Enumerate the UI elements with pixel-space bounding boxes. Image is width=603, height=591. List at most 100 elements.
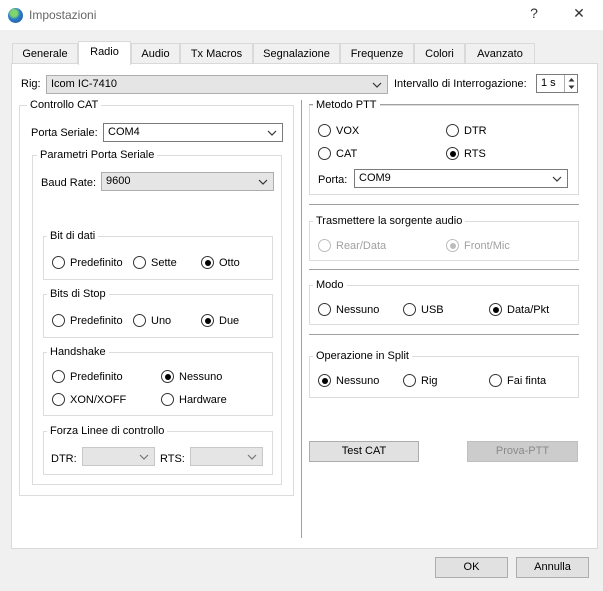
serial-params-title: Parametri Porta Seriale bbox=[37, 149, 158, 161]
chevron-down-icon bbox=[371, 79, 383, 91]
handshake-xonxoff-radio[interactable] bbox=[52, 393, 65, 406]
help-button[interactable]: ? bbox=[524, 5, 544, 21]
data-bits-seven-label: Sette bbox=[151, 257, 177, 269]
rig-select[interactable]: Icom IC-7410 bbox=[46, 75, 388, 94]
stop-bits-two-radio[interactable] bbox=[201, 314, 214, 327]
stop-bits-default-label: Predefinito bbox=[70, 315, 123, 327]
tab-tx-macros[interactable]: Tx Macros bbox=[180, 43, 253, 64]
baud-rate-select[interactable]: 9600 bbox=[101, 172, 274, 191]
rig-value: Icom IC-7410 bbox=[51, 78, 118, 90]
handshake-xonxoff-label: XON/XOFF bbox=[70, 394, 127, 406]
mode-none-radio[interactable] bbox=[318, 303, 331, 316]
spin-arrows-icon bbox=[568, 78, 575, 89]
dtr-select[interactable] bbox=[82, 447, 155, 466]
serial-port-label: Porta Seriale: bbox=[31, 127, 98, 139]
rig-label: Rig: bbox=[21, 78, 41, 90]
handshake-none-label: Nessuno bbox=[179, 371, 223, 383]
cat-control-title: Controllo CAT bbox=[27, 99, 102, 111]
stop-bits-two-label: Due bbox=[219, 315, 240, 327]
rts-select[interactable] bbox=[190, 447, 263, 466]
serial-port-value: COM4 bbox=[108, 126, 140, 138]
handshake-hardware-radio[interactable] bbox=[161, 393, 174, 406]
tab-audio[interactable]: Audio bbox=[131, 43, 180, 64]
rts-label: RTS: bbox=[160, 453, 185, 465]
tab-segnalazione[interactable]: Segnalazione bbox=[253, 43, 340, 64]
baud-rate-value: 9600 bbox=[106, 175, 131, 187]
tab-frequenze[interactable]: Frequenze bbox=[340, 43, 414, 64]
mode-usb-label: USB bbox=[421, 304, 444, 316]
polling-value: 1 s bbox=[541, 77, 556, 89]
ptt-port-select[interactable]: COM9 bbox=[354, 169, 568, 188]
data-bits-eight-radio[interactable] bbox=[201, 256, 214, 269]
chevron-down-icon bbox=[257, 176, 269, 188]
ptt-dtr-radio[interactable] bbox=[446, 124, 459, 137]
test-ptt-button[interactable]: Prova-PTT bbox=[467, 441, 578, 462]
ptt-port-value: COM9 bbox=[359, 172, 391, 184]
ptt-vox-label: VOX bbox=[336, 125, 360, 137]
data-bits-title: Bit di dati bbox=[47, 230, 99, 242]
handshake-default-radio[interactable] bbox=[52, 370, 65, 383]
ptt-rts-radio[interactable] bbox=[446, 147, 459, 160]
dtr-label: DTR: bbox=[51, 453, 77, 465]
split-fake-radio[interactable] bbox=[489, 374, 502, 387]
data-bits-eight-label: Otto bbox=[219, 257, 240, 269]
cancel-button[interactable]: Annulla bbox=[516, 557, 589, 578]
chevron-down-icon bbox=[266, 127, 278, 139]
ptt-method-title: Metodo PTT bbox=[313, 99, 380, 111]
split-rig-radio[interactable] bbox=[403, 374, 416, 387]
spin-buttons[interactable] bbox=[564, 75, 577, 92]
audio-front-radio[interactable] bbox=[446, 239, 459, 252]
tab-radio[interactable]: Radio bbox=[78, 41, 131, 65]
radio-settings-panel: Rig: Icom IC-7410 Intervallo di Interrog… bbox=[11, 63, 598, 549]
data-bits-default-radio[interactable] bbox=[52, 256, 65, 269]
handshake-default-label: Predefinito bbox=[70, 371, 123, 383]
ptt-vox-radio[interactable] bbox=[318, 124, 331, 137]
stop-bits-default-radio[interactable] bbox=[52, 314, 65, 327]
ptt-cat-label: CAT bbox=[336, 148, 358, 160]
mode-usb-radio[interactable] bbox=[403, 303, 416, 316]
polling-spinbox[interactable]: 1 s bbox=[536, 74, 578, 93]
split-none-label: Nessuno bbox=[336, 375, 380, 387]
ok-button[interactable]: OK bbox=[435, 557, 508, 578]
ptt-cat-radio[interactable] bbox=[318, 147, 331, 160]
audio-front-label: Front/Mic bbox=[464, 240, 510, 252]
data-bits-default-label: Predefinito bbox=[70, 257, 123, 269]
data-bits-seven-radio[interactable] bbox=[133, 256, 146, 269]
serial-port-select[interactable]: COM4 bbox=[103, 123, 283, 142]
split-rig-label: Rig bbox=[421, 375, 438, 387]
chevron-down-icon bbox=[551, 173, 563, 185]
split-none-radio[interactable] bbox=[318, 374, 331, 387]
handshake-title: Handshake bbox=[47, 346, 109, 358]
title-bar: Impostazioni ? ✕ bbox=[0, 0, 603, 31]
window-title: Impostazioni bbox=[29, 8, 97, 22]
audio-rear-label: Rear/Data bbox=[336, 240, 387, 252]
tab-avanzato[interactable]: Avanzato bbox=[465, 43, 535, 64]
chevron-down-icon bbox=[246, 451, 258, 463]
ptt-rts-label: RTS bbox=[464, 148, 486, 160]
ptt-dtr-label: DTR bbox=[464, 125, 487, 137]
baud-rate-label: Baud Rate: bbox=[41, 177, 97, 189]
test-cat-button[interactable]: Test CAT bbox=[309, 441, 419, 462]
mode-datapkt-radio[interactable] bbox=[489, 303, 502, 316]
stop-bits-one-radio[interactable] bbox=[133, 314, 146, 327]
mode-datapkt-label: Data/Pkt bbox=[507, 304, 550, 316]
audio-rear-radio[interactable] bbox=[318, 239, 331, 252]
column-separator bbox=[301, 100, 302, 538]
audio-separator bbox=[309, 204, 579, 205]
stop-bits-one-label: Uno bbox=[151, 315, 172, 327]
split-fake-label: Fai finta bbox=[507, 375, 547, 387]
handshake-group bbox=[43, 352, 273, 416]
split-title: Operazione in Split bbox=[313, 350, 412, 362]
chevron-down-icon bbox=[138, 451, 150, 463]
force-lines-title: Forza Linee di controllo bbox=[47, 425, 168, 437]
tab-colori[interactable]: Colori bbox=[414, 43, 465, 64]
audio-source-title: Trasmettere la sorgente audio bbox=[313, 215, 466, 227]
tab-generale[interactable]: Generale bbox=[12, 43, 78, 64]
mode-separator bbox=[309, 269, 579, 270]
close-button[interactable]: ✕ bbox=[569, 5, 589, 22]
polling-label: Intervallo di Interrogazione: bbox=[394, 78, 527, 90]
handshake-none-radio[interactable] bbox=[161, 370, 174, 383]
ptt-port-label: Porta: bbox=[318, 174, 348, 186]
mode-title: Modo bbox=[313, 279, 347, 291]
split-separator bbox=[309, 334, 579, 335]
